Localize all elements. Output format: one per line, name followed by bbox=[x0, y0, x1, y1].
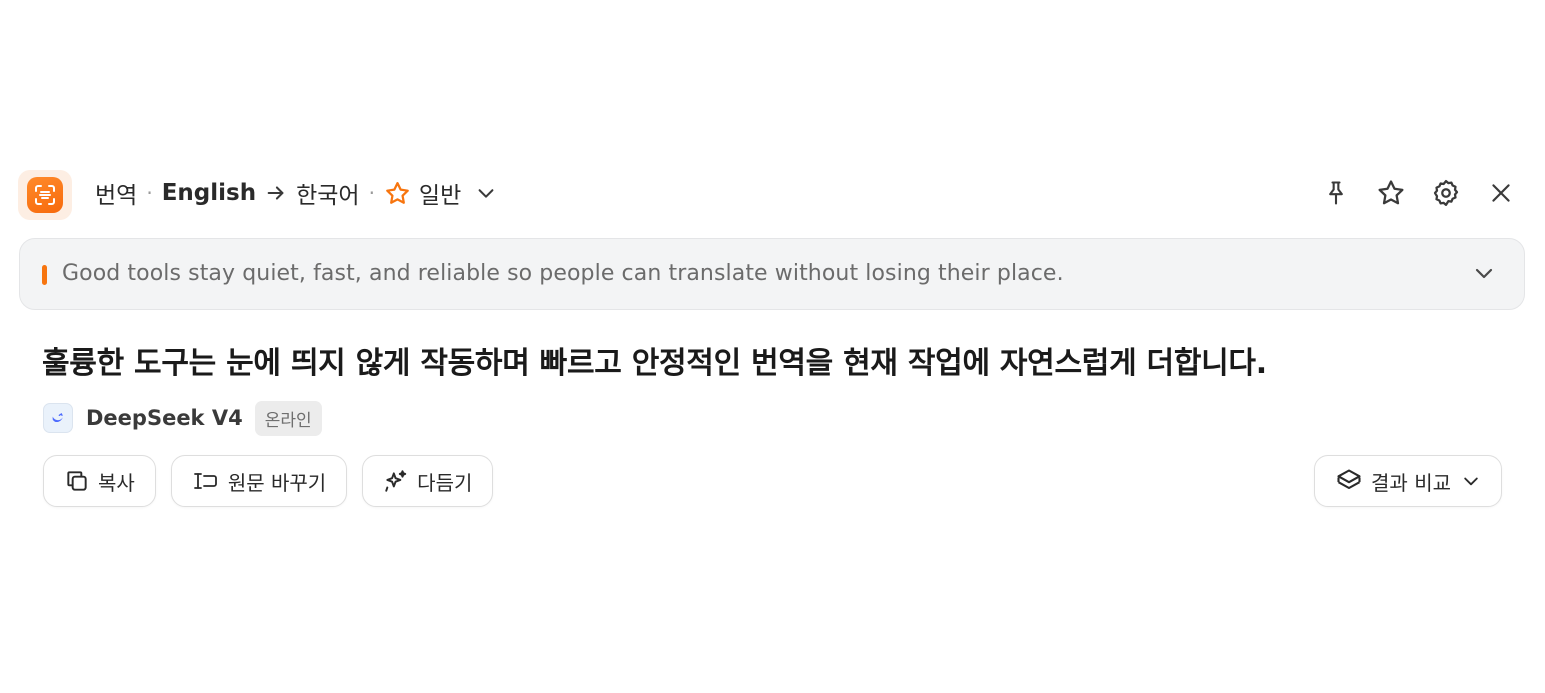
polish-label: 다듬기 bbox=[417, 470, 473, 495]
sparkle-icon bbox=[383, 468, 409, 494]
expand-source-button[interactable] bbox=[1470, 261, 1498, 289]
replace-source-button[interactable]: 원문 바꾸기 bbox=[170, 455, 348, 507]
star-outline-icon bbox=[384, 180, 411, 207]
header: 번역 · English 한국어 · 일반 bbox=[18, 170, 1527, 220]
polish-button[interactable]: 다듬기 bbox=[362, 455, 494, 507]
chevron-down-icon bbox=[1472, 261, 1496, 289]
breadcrumb: 번역 · English 한국어 · 일반 bbox=[95, 176, 497, 210]
favorite-button[interactable] bbox=[1374, 179, 1407, 212]
source-language[interactable]: English bbox=[162, 180, 256, 206]
model-name: DeepSeek V4 bbox=[86, 406, 243, 430]
chevron-down-icon[interactable] bbox=[475, 182, 497, 204]
source-text-panel[interactable]: Good tools stay quiet, fast, and reliabl… bbox=[19, 238, 1525, 310]
model-info: DeepSeek V4 온라인 bbox=[43, 400, 322, 436]
action-bar: 복사 원문 바꾸기 다듬기 bbox=[43, 455, 494, 507]
model-logo-icon bbox=[43, 403, 73, 433]
copy-label: 복사 bbox=[98, 470, 135, 495]
pin-button[interactable] bbox=[1319, 179, 1352, 212]
compare-results-button[interactable]: 결과 비교 bbox=[1314, 455, 1502, 507]
settings-button[interactable] bbox=[1429, 179, 1462, 212]
translation-popup: 번역 · English 한국어 · 일반 Good tools stay qu… bbox=[0, 0, 1545, 693]
chevron-down-icon bbox=[1461, 471, 1481, 491]
compare-label: 결과 비교 bbox=[1371, 470, 1451, 495]
target-language[interactable]: 한국어 bbox=[296, 176, 359, 210]
replace-icon bbox=[192, 468, 220, 494]
source-text: Good tools stay quiet, fast, and reliabl… bbox=[62, 261, 1064, 286]
app-icon bbox=[18, 170, 72, 220]
separator-dot: · bbox=[368, 181, 375, 205]
preset-label[interactable]: 일반 bbox=[419, 176, 461, 210]
copy-icon bbox=[64, 468, 90, 494]
translate-app-icon bbox=[27, 177, 63, 213]
source-marker bbox=[42, 265, 47, 285]
close-icon bbox=[1488, 180, 1514, 210]
gear-icon bbox=[1431, 178, 1461, 212]
arrow-right-icon bbox=[265, 182, 287, 204]
star-icon bbox=[1376, 178, 1406, 212]
mode-label: 번역 bbox=[95, 183, 138, 209]
close-button[interactable] bbox=[1484, 179, 1517, 212]
window-toolbar bbox=[1319, 176, 1517, 214]
layers-icon bbox=[1335, 467, 1363, 495]
separator-dot: · bbox=[146, 181, 153, 205]
copy-button[interactable]: 복사 bbox=[43, 455, 156, 507]
status-badge: 온라인 bbox=[254, 400, 322, 436]
pin-icon bbox=[1322, 179, 1350, 211]
replace-source-label: 원문 바꾸기 bbox=[227, 470, 327, 495]
translation-result: 훌륭한 도구는 눈에 띄지 않게 작동하며 빠르고 안정적인 번역을 현재 작업… bbox=[42, 346, 1267, 381]
